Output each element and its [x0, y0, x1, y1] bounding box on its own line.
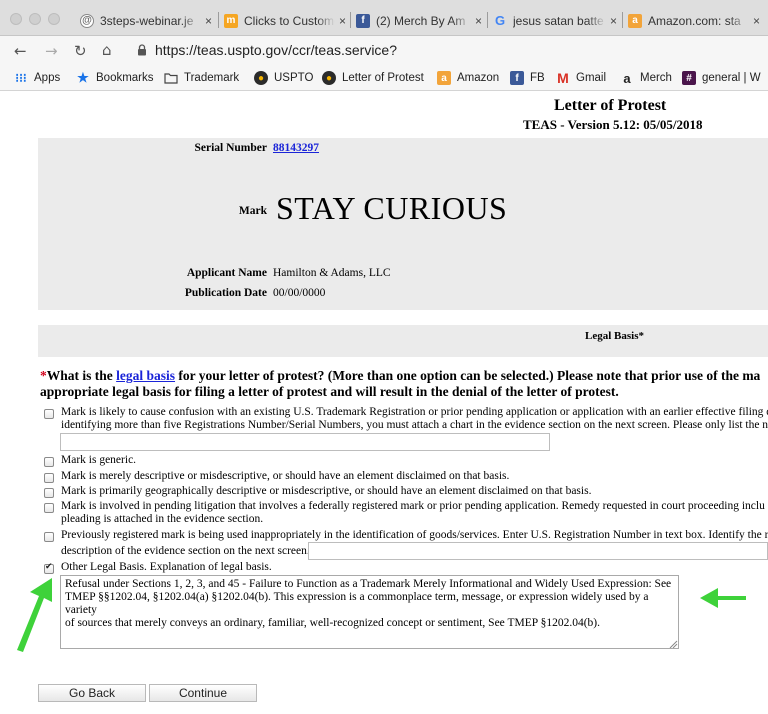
- legal-basis-link[interactable]: legal basis: [116, 368, 175, 383]
- legal-basis-header-panel: [38, 325, 768, 357]
- legal-basis-question: *What is the legal basis for your letter…: [40, 368, 761, 399]
- registration-number-input[interactable]: [60, 433, 550, 451]
- folder-icon: [164, 73, 178, 84]
- tab-separator: [622, 12, 623, 28]
- bookmark-amazon[interactable]: a Amazon: [437, 70, 499, 86]
- annotation-arrow-icon: [17, 578, 52, 652]
- facebook-favicon: f: [356, 13, 370, 28]
- legal-basis-header: Legal Basis*: [585, 330, 644, 342]
- forward-arrow-icon[interactable]: →: [45, 42, 58, 60]
- option-label: identifying more than five Registrations…: [61, 419, 768, 431]
- close-tab-icon[interactable]: ×: [475, 14, 482, 28]
- go-back-button[interactable]: Go Back: [38, 684, 146, 702]
- amazon-merch-icon: a: [623, 70, 631, 86]
- bookmark-letter-of-protest[interactable]: ● Letter of Protest: [322, 70, 424, 86]
- amazon-icon: a: [437, 71, 451, 85]
- close-tab-icon[interactable]: ×: [610, 14, 617, 28]
- browser-tab[interactable]: @ 3steps-webinar.je ×: [80, 5, 212, 36]
- apps-icon: ⁝⁝⁝: [15, 71, 27, 85]
- geographically-descriptive-checkbox[interactable]: [44, 488, 54, 498]
- descriptive-checkbox[interactable]: [44, 473, 54, 483]
- bookmark-general[interactable]: # general | W: [682, 70, 761, 86]
- option-label: Mark is generic.: [61, 454, 137, 466]
- bookmark-apps[interactable]: ⁝⁝⁝ Apps: [14, 70, 60, 86]
- bookmark-gmail[interactable]: M Gmail: [556, 70, 606, 86]
- tab-separator: [350, 12, 351, 28]
- bookmark-merch[interactable]: a Merch: [620, 70, 672, 86]
- option-label: Mark is merely descriptive or misdescrip…: [61, 470, 510, 482]
- generic-checkbox[interactable]: [44, 457, 54, 467]
- bookmark-bookmarks[interactable]: ★ Bookmarks: [76, 70, 153, 86]
- slack-icon: #: [682, 71, 696, 85]
- option-label: description of the evidence section on t…: [61, 545, 310, 557]
- amazon-favicon: a: [628, 13, 642, 28]
- likelihood-of-confusion-checkbox[interactable]: [44, 409, 54, 419]
- applicant-name-label: Applicant Name: [186, 267, 267, 279]
- browser-tab[interactable]: a Amazon.com: sta ×: [628, 5, 760, 36]
- tab-separator: [218, 12, 219, 28]
- page-title: Letter of Protest: [554, 97, 667, 114]
- other-legal-basis-checkbox[interactable]: [44, 562, 54, 574]
- close-tab-icon[interactable]: ×: [205, 14, 212, 28]
- page-version: TEAS - Version 5.12: 05/05/2018: [523, 117, 703, 132]
- misused-registration-input[interactable]: [308, 542, 768, 560]
- window-zoom-button[interactable]: [48, 13, 60, 25]
- option-label: Previously registered mark is being used…: [61, 529, 768, 541]
- option-label: Mark is involved in pending litigation t…: [61, 500, 765, 512]
- option-label: Other Legal Basis. Explanation of legal …: [61, 561, 272, 573]
- mark-label: Mark: [238, 205, 267, 217]
- star-icon: ★: [77, 70, 89, 85]
- pending-litigation-checkbox[interactable]: [44, 503, 54, 513]
- window-minimize-button[interactable]: [29, 13, 41, 25]
- window-close-button[interactable]: [10, 13, 22, 25]
- address-bar[interactable]: https://teas.uspto.gov/ccr/teas.service?: [155, 42, 397, 58]
- option-label: Mark is likely to cause confusion with a…: [61, 406, 768, 418]
- bookmark-trademark[interactable]: Trademark: [164, 70, 239, 86]
- browser-tab[interactable]: G jesus satan batte ×: [493, 5, 617, 36]
- google-favicon: G: [494, 13, 506, 28]
- applicant-name-value: Hamilton & Adams, LLC: [273, 267, 391, 279]
- option-label: pleading is attached in the evidence sec…: [61, 513, 264, 525]
- gmail-icon: M: [557, 70, 569, 86]
- reload-icon[interactable]: ↻: [74, 42, 87, 60]
- webinar-favicon: @: [80, 13, 94, 28]
- serial-number-label: Serial Number: [194, 142, 267, 154]
- tab-separator: [487, 12, 488, 28]
- browser-tab[interactable]: m Clicks to Custome ×: [224, 5, 346, 36]
- clickfunnels-favicon: m: [224, 13, 238, 28]
- uspto-icon: ●: [322, 71, 336, 85]
- uspto-icon: ●: [254, 71, 268, 85]
- browser-tab[interactable]: f (2) Merch By Am ×: [356, 5, 482, 36]
- home-icon[interactable]: ⌂: [102, 41, 112, 59]
- bookmark-fb[interactable]: f FB: [510, 70, 545, 86]
- close-tab-icon[interactable]: ×: [339, 14, 346, 28]
- mark-value: STAY CURIOUS: [276, 190, 508, 226]
- serial-number-link[interactable]: 88143297: [273, 142, 319, 154]
- publication-date-value: 00/00/0000: [273, 287, 326, 299]
- continue-button[interactable]: Continue: [149, 684, 257, 702]
- close-tab-icon[interactable]: ×: [753, 14, 760, 28]
- required-marker: *: [40, 368, 47, 383]
- bookmark-uspto[interactable]: ● USPTO: [254, 70, 313, 86]
- resize-grip-icon[interactable]: [669, 640, 678, 648]
- legal-basis-explanation-textarea[interactable]: Refusal under Sections 1, 2, 3, and 45 -…: [60, 575, 679, 649]
- publication-date-label: Publication Date: [184, 287, 267, 299]
- lock-icon: [138, 44, 146, 56]
- misused-registration-checkbox[interactable]: [44, 532, 54, 542]
- option-label: Mark is primarily geographically descrip…: [61, 485, 592, 497]
- back-arrow-icon[interactable]: ←: [14, 42, 27, 60]
- annotation-arrow-icon: [700, 588, 746, 608]
- facebook-icon: f: [510, 71, 524, 85]
